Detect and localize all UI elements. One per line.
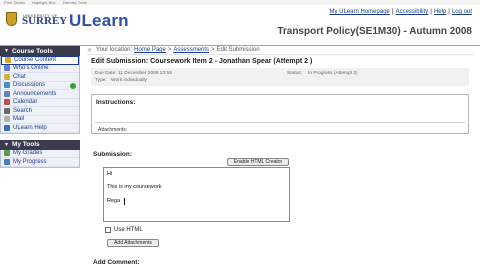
chat-icon [4,73,10,80]
course-tools-title: Course Tools [11,47,54,55]
course-tools-header[interactable]: ▼ Course Tools [0,46,80,56]
people-icon [4,65,10,72]
announcement-icon [4,90,10,97]
sidebar-item-ulearn-help[interactable]: ULearn Help [1,124,79,133]
breadcrumb-home[interactable]: Home Page [134,47,166,53]
status-label: Status: [287,71,302,76]
status-value: In Progress (Attempt 2) [308,71,358,76]
use-html-option[interactable]: Use HTML [105,227,143,233]
editor-line: This is my coursework [107,184,162,190]
header-links: My ULearn Homepage | Accessibility | Help | Lo… [329,9,473,15]
accessibility-link[interactable]: Accessibility [396,9,429,15]
sidebar: ▼ Course Tools Course Content Who's Onli… [0,46,80,270]
app-logo[interactable]: ULearn [69,11,129,31]
sidebar-item-my-grades[interactable]: My Grades [1,150,79,158]
use-html-label: Use HTML [114,227,143,233]
help-icon [4,124,10,131]
site-header: UNIVERSITY OF SURREY ULearn My ULearn Ho… [0,5,480,45]
collapse-arrow-icon: ▼ [4,48,9,54]
add-attachments-button[interactable]: Add Attachments [107,239,159,247]
type-value: Work individually [111,78,147,83]
discussion-icon [4,82,10,89]
breadcrumb-assessments[interactable]: Assessments [173,47,209,53]
course-tools-menu: Course Content Who's Online Chat Discuss… [0,56,80,134]
logout-link[interactable]: Log out [452,9,472,15]
calendar-icon [4,99,10,106]
main-content: ✕ Your location: Home Page > Assessments… [87,46,473,270]
text-cursor [124,198,125,205]
my-tools-title: My Tools [11,141,40,148]
collapse-arrow-icon: ▼ [4,141,9,148]
instructions-divider [95,122,465,123]
due-date-label: Due Date: [95,71,117,76]
use-html-checkbox[interactable] [105,227,111,233]
sidebar-item-my-progress[interactable]: My Progress [1,158,79,167]
university-crest-icon [6,12,17,26]
breadcrumb-prefix: Your location: [96,47,133,53]
editor-line: Hi [107,171,113,177]
due-date-value: 11 December 2008 23:59 [118,71,172,76]
help-link[interactable]: Help [434,9,446,15]
submission-details: Due Date: 11 December 2008 23:59 Type: W… [91,68,469,86]
mail-icon [4,116,10,123]
grades-icon [4,150,10,157]
university-name: SURREY [22,15,68,27]
editor-line: Rega [107,198,121,204]
sidebar-item-course-content[interactable]: Course Content [1,56,79,65]
homepage-link[interactable]: My ULearn Homepage [330,9,390,15]
my-tools-menu: My Grades My Progress [0,149,80,168]
sidebar-item-calendar[interactable]: Calendar [1,99,79,107]
close-icon[interactable]: ✕ [87,47,92,54]
progress-icon [4,158,10,165]
sidebar-item-whos-online[interactable]: Who's Online [1,65,79,73]
attachments-label: Attachments: [98,127,128,133]
breadcrumb: ✕ Your location: Home Page > Assessments… [87,46,473,55]
sidebar-item-announcements[interactable]: Announcements [1,90,79,99]
submission-label: Submission: [93,151,133,158]
page-title: Edit Submission: Coursework Item 2 - Jon… [91,58,313,65]
sidebar-item-mail[interactable]: Mail [1,116,79,124]
new-item-badge-icon [70,82,76,89]
type-label: Type: [95,78,107,83]
instructions-panel: Instructions: Attachments: [91,94,469,134]
enable-html-creator-button[interactable]: Enable HTML Creator [227,158,289,166]
my-tools-header[interactable]: ▼ My Tools [0,139,80,150]
add-comment-label: Add Comment: [93,259,140,266]
sidebar-item-chat[interactable]: Chat [1,73,79,82]
sidebar-item-discussions[interactable]: Discussions [1,82,79,90]
instructions-title: Instructions: [96,99,136,106]
folder-icon [5,57,11,64]
sidebar-item-search[interactable]: Search [1,107,79,116]
breadcrumb-current: Edit Submission [216,47,260,53]
search-icon [4,107,10,114]
course-title: Transport Policy(SE1M30) - Autumn 2008 [277,26,472,37]
submission-textarea[interactable]: Hi This is my coursework Rega [103,167,290,222]
